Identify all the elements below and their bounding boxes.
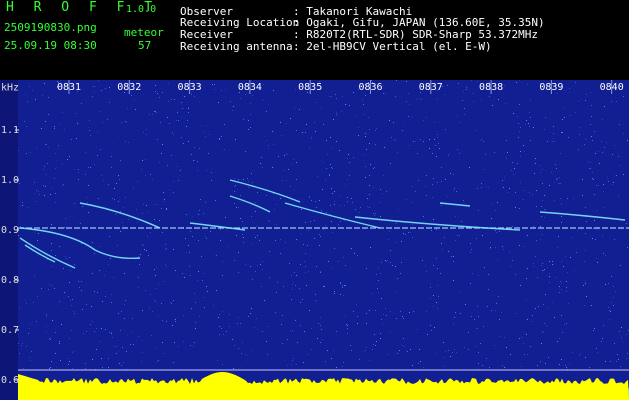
antenna-label: Receiving antenna — [180, 40, 293, 53]
y-axis-unit: kHz — [1, 82, 19, 93]
time-tick-label: 0836 — [358, 82, 382, 93]
time-tick-label: 0838 — [479, 82, 503, 93]
time-tick-label: 0839 — [539, 82, 563, 93]
freq-tick-label: 0.8 — [1, 275, 19, 286]
spectrogram-plot-area — [18, 80, 629, 400]
time-tick-label: 0840 — [600, 82, 624, 93]
freq-tick-label: 1.1 — [1, 125, 19, 136]
time-tick-label: 0832 — [117, 82, 141, 93]
freq-tick-label: 0.9 — [1, 225, 19, 236]
time-tick-label: 0837 — [419, 82, 443, 93]
time-tick-label: 0833 — [178, 82, 202, 93]
freq-tick-label: 0.6 — [1, 375, 19, 386]
time-tick-label: 0831 — [57, 82, 81, 93]
date-time: 25.09.19 08:30 — [4, 39, 97, 52]
meteor-label: meteor — [124, 26, 164, 39]
app-version: 1.0.0 — [126, 4, 157, 15]
file-name: 2509190830.png — [4, 21, 97, 34]
time-tick-label: 0835 — [298, 82, 322, 93]
time-tick-label: 0834 — [238, 82, 262, 93]
spectrogram-svg: 0831 0832 0833 0834 0835 0836 0837 0838 0839 0840… — [0, 80, 629, 400]
freq-tick-label: 0.7 — [1, 325, 19, 336]
header-panel: H R O F F T 1.0.0 2509190830.png meteor … — [0, 0, 629, 80]
spectrogram-panel: 0831 0832 0833 0834 0835 0836 0837 0838 0839 0840… — [0, 80, 629, 400]
meteor-count: 57 — [138, 39, 152, 52]
freq-tick-label: 1.0 — [1, 175, 19, 186]
antenna-value: : 2el-HB9CV Vertical (el. E-W) — [293, 40, 492, 53]
